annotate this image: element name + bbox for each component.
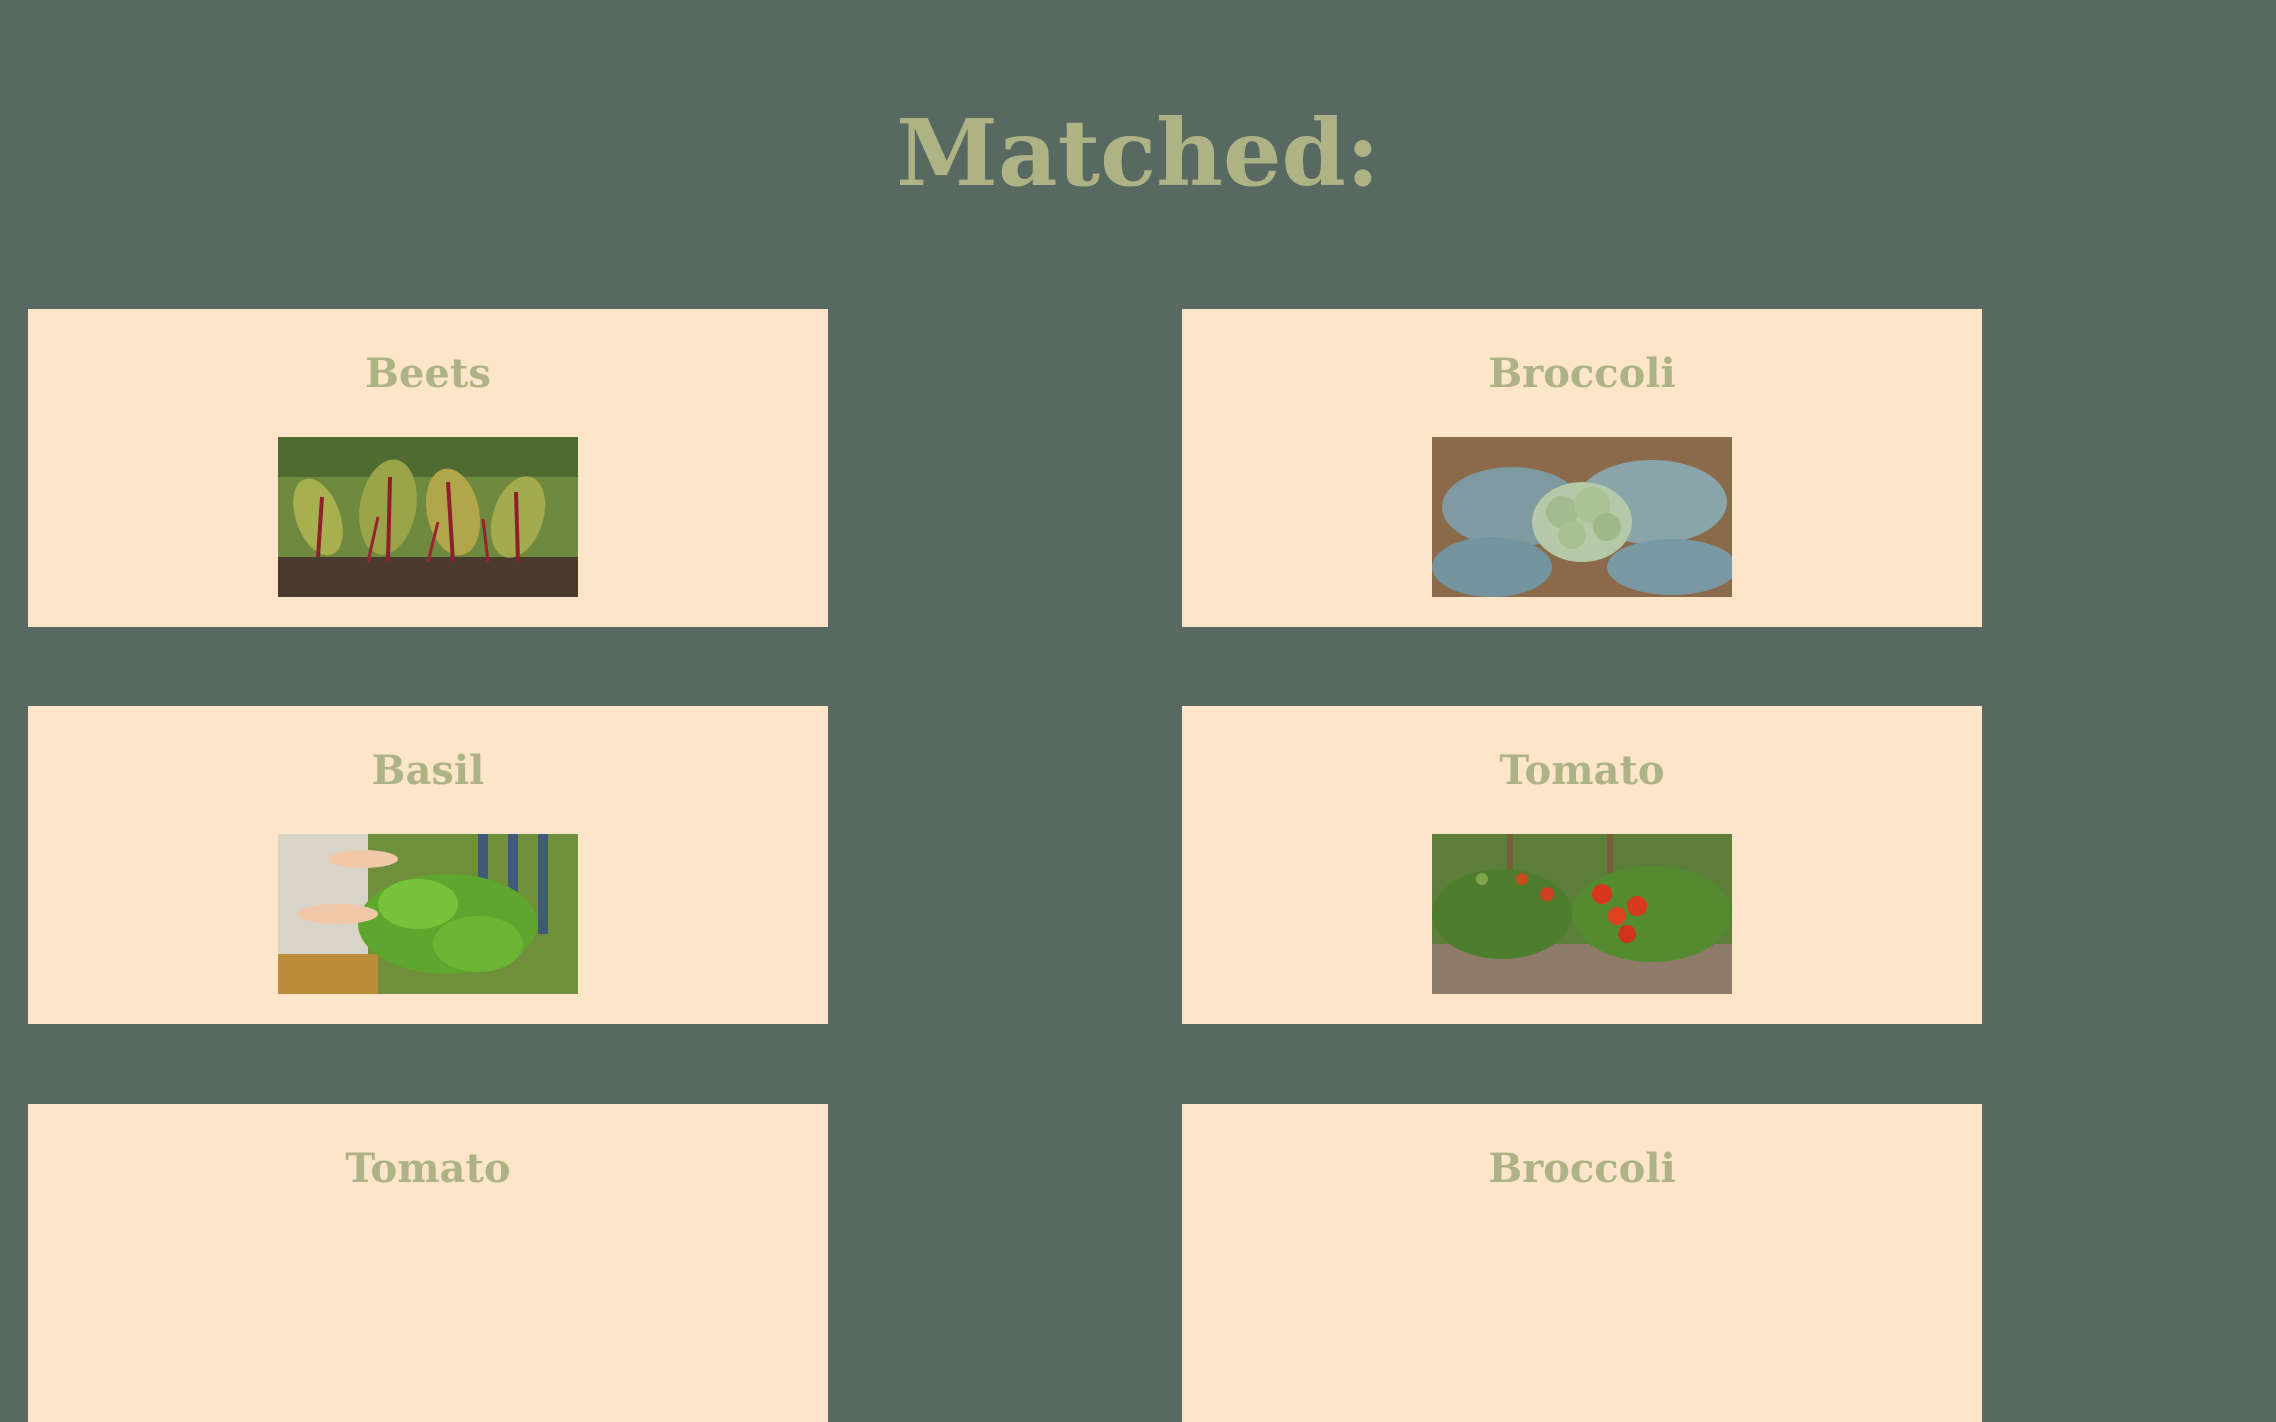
card-title: Broccoli [1488, 1145, 1676, 1192]
page-title: Matched: [896, 99, 1380, 207]
plant-card-beets[interactable]: Beets [28, 309, 828, 627]
card-title: Basil [371, 747, 485, 794]
card-title: Tomato [345, 1145, 511, 1192]
basil-photo [278, 834, 578, 994]
plant-card-broccoli[interactable]: Broccoli [1182, 1104, 1982, 1422]
plant-card-tomato[interactable]: Tomato [28, 1104, 828, 1422]
beets-photo [278, 437, 578, 597]
tomato-photo [1432, 834, 1732, 994]
plant-card-tomato[interactable]: Tomato [1182, 706, 1982, 1024]
card-title: Tomato [1499, 747, 1665, 794]
plant-card-basil[interactable]: Basil [28, 706, 828, 1024]
card-title: Broccoli [1488, 350, 1676, 397]
plant-card-broccoli[interactable]: Broccoli [1182, 309, 1982, 627]
broccoli-photo [1432, 437, 1732, 597]
card-title: Beets [365, 350, 491, 397]
